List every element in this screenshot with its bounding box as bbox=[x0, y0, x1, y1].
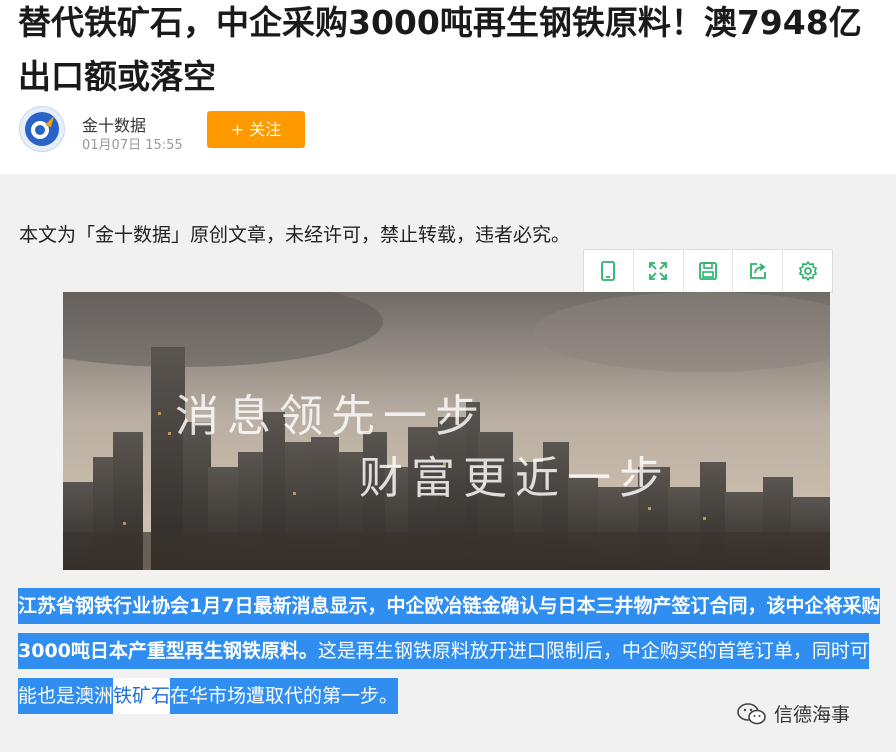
copyright-notice: 本文为「金十数据」原创文章，未经许可，禁止转载，违者必究。 bbox=[19, 224, 571, 246]
share-button[interactable] bbox=[733, 250, 784, 292]
article-header: 替代铁矿石，中企采购3000吨再生钢铁原料！澳7948亿出口额或落空 金十数据 … bbox=[0, 0, 896, 174]
hero-slogan-line1: 消息领先一步 bbox=[175, 391, 487, 442]
hero-banner-image: 消息领先一步 财富更近一步 bbox=[63, 292, 830, 570]
article-title: 替代铁矿石，中企采购3000吨再生钢铁原料！澳7948亿出口额或落空 bbox=[18, 3, 862, 96]
wechat-icon bbox=[737, 702, 766, 724]
author-logo-icon bbox=[25, 112, 59, 146]
fullscreen-button[interactable] bbox=[634, 250, 684, 292]
follow-button[interactable]: + 关注 bbox=[207, 111, 305, 148]
save-icon bbox=[699, 262, 717, 280]
settings-icon bbox=[798, 261, 817, 281]
article-paragraph: 江苏省钢铁行业协会1月7日最新消息显示，中企欧冶链金确认与日本三井物产签订合同，… bbox=[18, 584, 882, 719]
share-icon bbox=[749, 263, 766, 279]
fullscreen-icon bbox=[649, 262, 668, 280]
tablet-icon bbox=[601, 261, 616, 281]
author-name[interactable]: 金十数据 bbox=[82, 112, 146, 136]
author-avatar[interactable] bbox=[19, 106, 65, 152]
hero-slogan-line2: 财富更近一步 bbox=[359, 453, 671, 504]
reader-toolbar bbox=[583, 249, 833, 293]
save-button[interactable] bbox=[684, 250, 734, 292]
watermark: 信德海事 bbox=[736, 700, 850, 727]
iron-ore-link[interactable]: 铁矿石 bbox=[113, 678, 171, 714]
publish-date: 01月07日 15:55 bbox=[82, 138, 183, 153]
settings-button[interactable] bbox=[783, 250, 832, 292]
tablet-view-button[interactable] bbox=[584, 250, 634, 292]
paragraph-tail: 在华市场遭取代的第一步。 bbox=[170, 678, 399, 714]
article-body: 本文为「金十数据」原创文章，未经许可，禁止转载，违者必究。 消息领先一步 财富更… bbox=[0, 174, 896, 752]
watermark-text: 信德海事 bbox=[774, 704, 851, 726]
